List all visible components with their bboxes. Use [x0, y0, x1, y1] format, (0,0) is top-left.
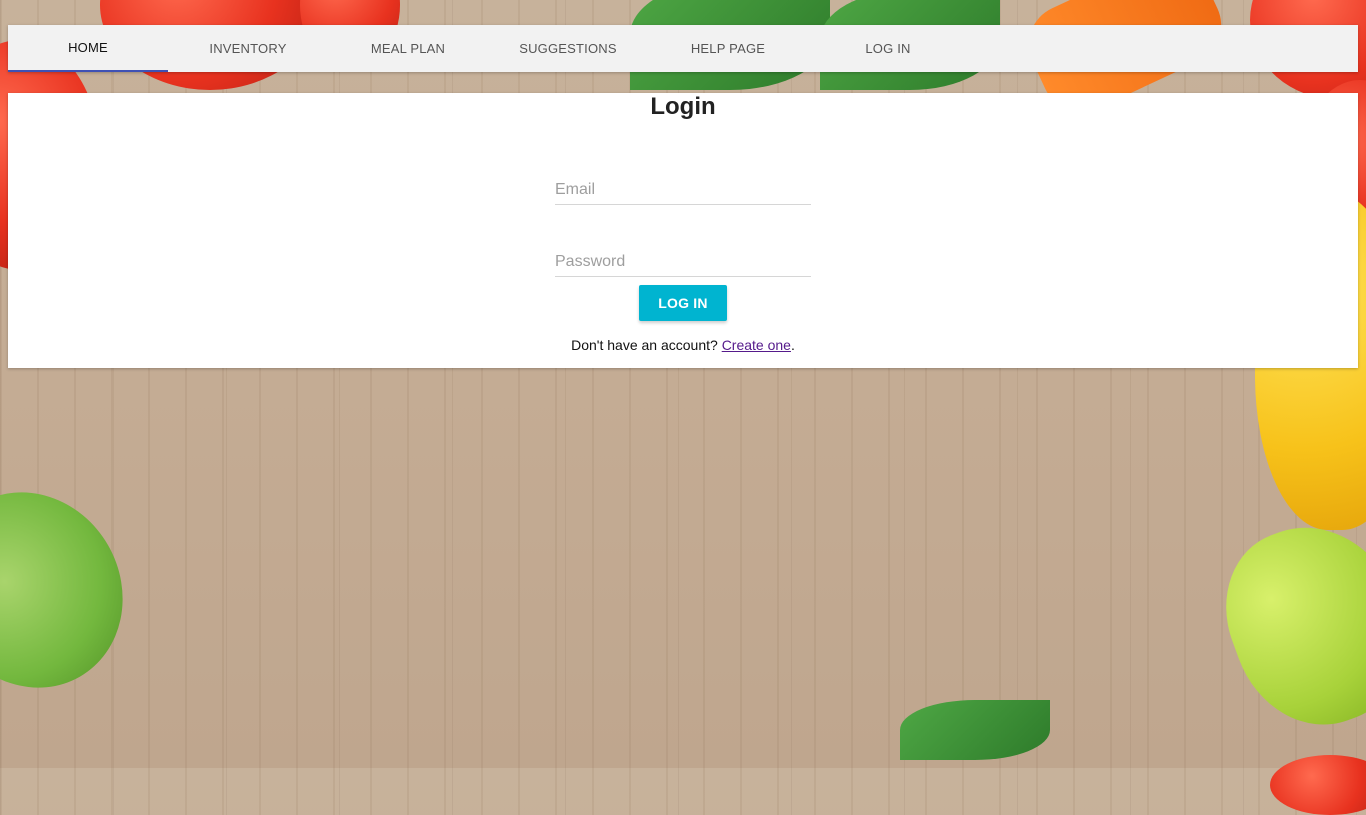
signup-prompt: Don't have an account? Create one. — [8, 337, 1358, 353]
email-field[interactable] — [555, 176, 811, 205]
page-title: Login — [650, 93, 716, 120]
signup-prefix-text: Don't have an account? — [571, 337, 722, 353]
rosemary-decor — [900, 700, 1050, 760]
top-navbar: HOME INVENTORY MEAL PLAN SUGGESTIONS HEL… — [8, 25, 1358, 72]
nav-item-meal-plan[interactable]: MEAL PLAN — [328, 25, 488, 72]
login-card: Login LOG IN Don't have an account? Crea… — [8, 93, 1358, 368]
nav-item-help-page[interactable]: HELP PAGE — [648, 25, 808, 72]
nav-item-log-in[interactable]: LOG IN — [808, 25, 968, 72]
log-in-button[interactable]: LOG IN — [639, 285, 727, 321]
nav-item-suggestions[interactable]: SUGGESTIONS — [488, 25, 648, 72]
create-account-link[interactable]: Create one — [722, 337, 791, 353]
signup-suffix-text: . — [790, 337, 795, 353]
nav-item-home[interactable]: HOME — [8, 25, 168, 72]
cucumber-decor — [0, 458, 158, 722]
green-pepper-decor — [1202, 501, 1366, 749]
tomato-decor — [1270, 755, 1366, 815]
password-field[interactable] — [555, 248, 811, 277]
nav-item-inventory[interactable]: INVENTORY — [168, 25, 328, 72]
